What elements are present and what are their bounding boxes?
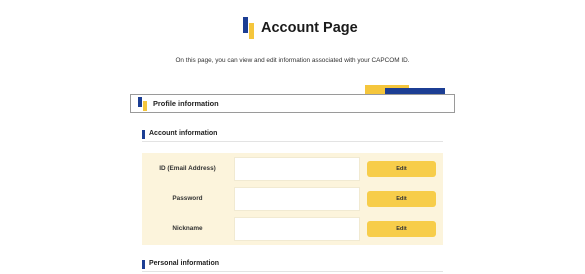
section-marker-icon — [142, 130, 145, 139]
mini-bar-yellow — [143, 101, 147, 111]
account-information-table: ID (Email Address) Edit Password Edit Ni… — [142, 153, 443, 245]
nickname-label: Nickname — [172, 225, 203, 232]
personal-information-title: Personal information — [149, 260, 220, 267]
profile-logo-mark-icon — [138, 97, 147, 111]
section-marker-icon — [142, 260, 145, 269]
email-row: ID (Email Address) Edit — [142, 155, 443, 182]
page-title: Account Page — [261, 20, 358, 36]
nickname-row: Nickname Edit — [142, 215, 443, 242]
mini-bar-blue — [138, 97, 142, 107]
account-information-title: Account information — [149, 130, 218, 137]
personal-information-heading: Personal information — [142, 259, 443, 272]
capcom-logo-mark-icon — [243, 17, 255, 39]
page-header: Account Page — [0, 17, 585, 43]
intro-text: On this page, you can view and edit info… — [175, 57, 410, 64]
account-information-heading: Account information — [142, 129, 443, 142]
edit-nickname-button[interactable]: Edit — [367, 221, 436, 237]
logo-bar-blue — [243, 17, 248, 33]
email-label: ID (Email Address) — [159, 165, 216, 172]
profile-information-label: Profile information — [153, 99, 219, 108]
edit-password-button[interactable]: Edit — [367, 191, 436, 207]
password-label: Password — [172, 195, 203, 202]
edit-email-button[interactable]: Edit — [367, 161, 436, 177]
password-row: Password Edit — [142, 185, 443, 212]
email-value — [234, 157, 360, 181]
logo-bar-yellow — [249, 23, 254, 39]
profile-information-panel: Profile information — [130, 94, 455, 113]
nickname-value — [234, 217, 360, 241]
password-value — [234, 187, 360, 211]
